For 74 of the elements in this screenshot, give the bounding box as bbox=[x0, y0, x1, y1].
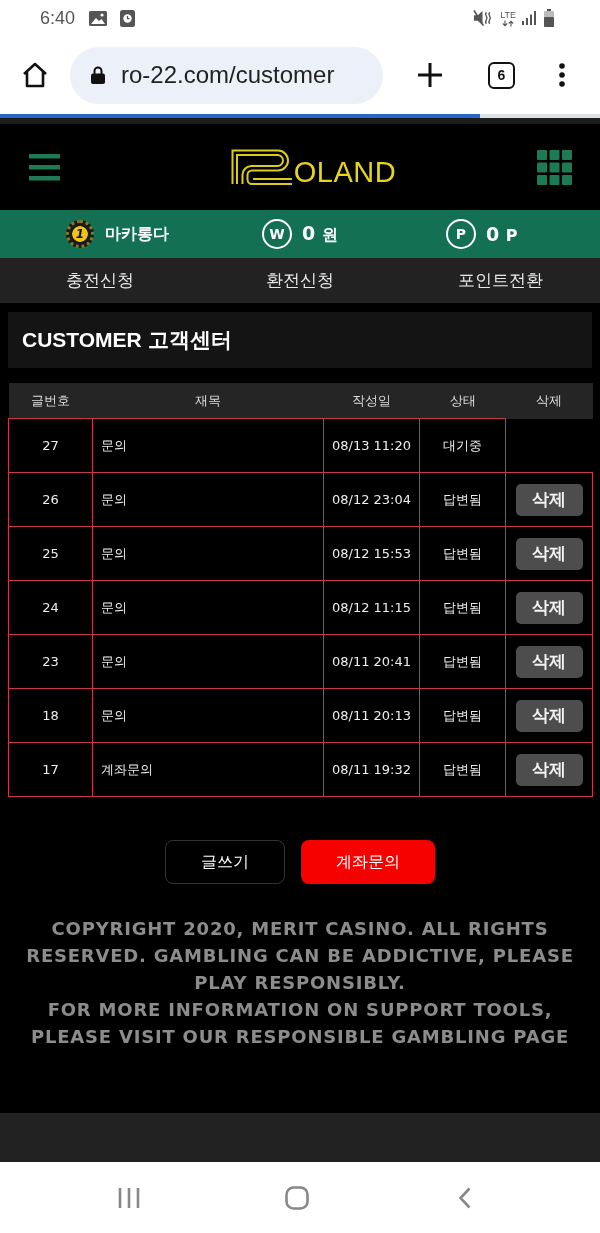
image-icon bbox=[89, 10, 108, 26]
data-arrows-icon bbox=[502, 19, 515, 27]
clock-time: 6:40 bbox=[40, 7, 76, 29]
column-header: 상태 bbox=[419, 383, 506, 419]
username: 마카롱다 bbox=[105, 223, 169, 245]
delete-button[interactable]: 삭제 bbox=[515, 645, 583, 678]
table-cell: 답변됨 bbox=[419, 580, 506, 635]
more-options-icon[interactable] bbox=[559, 63, 565, 87]
table-cell: 문의 bbox=[92, 526, 324, 581]
delete-button[interactable]: 삭제 bbox=[515, 537, 583, 570]
column-header: 삭제 bbox=[505, 383, 593, 419]
network-type: LTE bbox=[500, 9, 516, 20]
copyright-text: COPYRIGHT 2020, MERIT CASINO. ALL RIGHTS RESERVED. GAMBLING CAN BE ADDICTIVE, PLEASE PLAY RESPONSIBLY. bbox=[25, 917, 575, 995]
table-cell: 문의 bbox=[92, 688, 324, 743]
table-cell: 문의 bbox=[92, 418, 324, 473]
responsible-gambling-text: FOR MORE INFORMATION ON SUPPORT TOOLS, PLEASE VISIT OUR RESPONSIBLE GAMBLING PAGE bbox=[29, 998, 571, 1049]
delete-button[interactable]: 삭제 bbox=[515, 483, 583, 516]
battery-icon bbox=[544, 9, 554, 27]
table-cell: 18 bbox=[8, 688, 93, 743]
logo-text[interactable]: OLAND bbox=[293, 158, 397, 186]
page-title: CUSTOMER 고객센터 bbox=[22, 327, 232, 353]
table-cell: 답변됨 bbox=[419, 526, 506, 581]
table-cell: 08/11 20:41 bbox=[323, 634, 420, 689]
account-inquiry-button[interactable]: 계좌문의 bbox=[301, 840, 435, 884]
new-tab-plus-icon[interactable] bbox=[418, 63, 442, 87]
table-cell: 문의 bbox=[92, 634, 324, 689]
table-cell: 답변됨 bbox=[419, 472, 506, 527]
delete-button[interactable]: 삭제 bbox=[515, 699, 583, 732]
level-badge: 1 bbox=[66, 220, 94, 248]
table-cell: 대기중 bbox=[419, 418, 506, 473]
table-cell: 25 bbox=[8, 526, 93, 581]
delete-button[interactable]: 삭제 bbox=[515, 753, 583, 786]
table-cell: 08/12 23:04 bbox=[323, 472, 420, 527]
nav-link[interactable]: 환전신청 bbox=[200, 269, 400, 292]
delete-button[interactable]: 삭제 bbox=[515, 591, 583, 624]
nav-link[interactable]: 충전신청 bbox=[0, 269, 200, 292]
nav-link[interactable]: 포인트전환 bbox=[400, 269, 600, 292]
table-cell: 08/12 15:53 bbox=[323, 526, 420, 581]
home-button-icon[interactable] bbox=[285, 1185, 309, 1210]
table-cell: 23 bbox=[8, 634, 93, 689]
points-amount: 0 P bbox=[486, 223, 518, 245]
write-button[interactable]: 글쓰기 bbox=[165, 840, 285, 884]
logo-mark-icon[interactable] bbox=[230, 149, 293, 185]
table-cell: 문의 bbox=[92, 580, 324, 635]
home-icon[interactable] bbox=[22, 62, 48, 88]
table-cell: 08/12 11:15 bbox=[323, 580, 420, 635]
lock-icon bbox=[91, 66, 105, 84]
table-cell: 계좌문의 bbox=[92, 742, 324, 797]
points-badge: P bbox=[446, 219, 476, 249]
recent-apps-icon[interactable] bbox=[118, 1186, 140, 1209]
back-icon[interactable] bbox=[459, 1186, 471, 1209]
mute-icon bbox=[473, 9, 493, 27]
column-header: 재목 bbox=[92, 383, 324, 419]
table-cell: 문의 bbox=[92, 472, 324, 527]
clock-icon bbox=[120, 9, 136, 27]
table-cell: 답변됨 bbox=[419, 742, 506, 797]
table-cell: 24 bbox=[8, 580, 93, 635]
menu-icon[interactable] bbox=[29, 153, 60, 181]
column-header: 글번호 bbox=[8, 383, 93, 419]
table-cell: 17 bbox=[8, 742, 93, 797]
table-cell: 26 bbox=[8, 472, 93, 527]
table-cell: 08/11 19:32 bbox=[323, 742, 420, 797]
column-header: 작성일 bbox=[323, 383, 420, 419]
table-cell: 답변됨 bbox=[419, 634, 506, 689]
grid-menu-icon[interactable] bbox=[537, 149, 572, 185]
table-cell: 답변됨 bbox=[419, 688, 506, 743]
table-cell: 08/11 20:13 bbox=[323, 688, 420, 743]
signal-icon bbox=[522, 11, 536, 25]
balance-amount: 0 원 bbox=[302, 222, 338, 246]
tab-switcher-button[interactable]: 6 bbox=[488, 61, 515, 89]
table-cell: 08/13 11:20 bbox=[323, 418, 420, 473]
table-cell: 27 bbox=[8, 418, 93, 473]
money-badge: W bbox=[262, 219, 292, 249]
address-bar[interactable]: ro-22.com/customer bbox=[70, 46, 383, 104]
